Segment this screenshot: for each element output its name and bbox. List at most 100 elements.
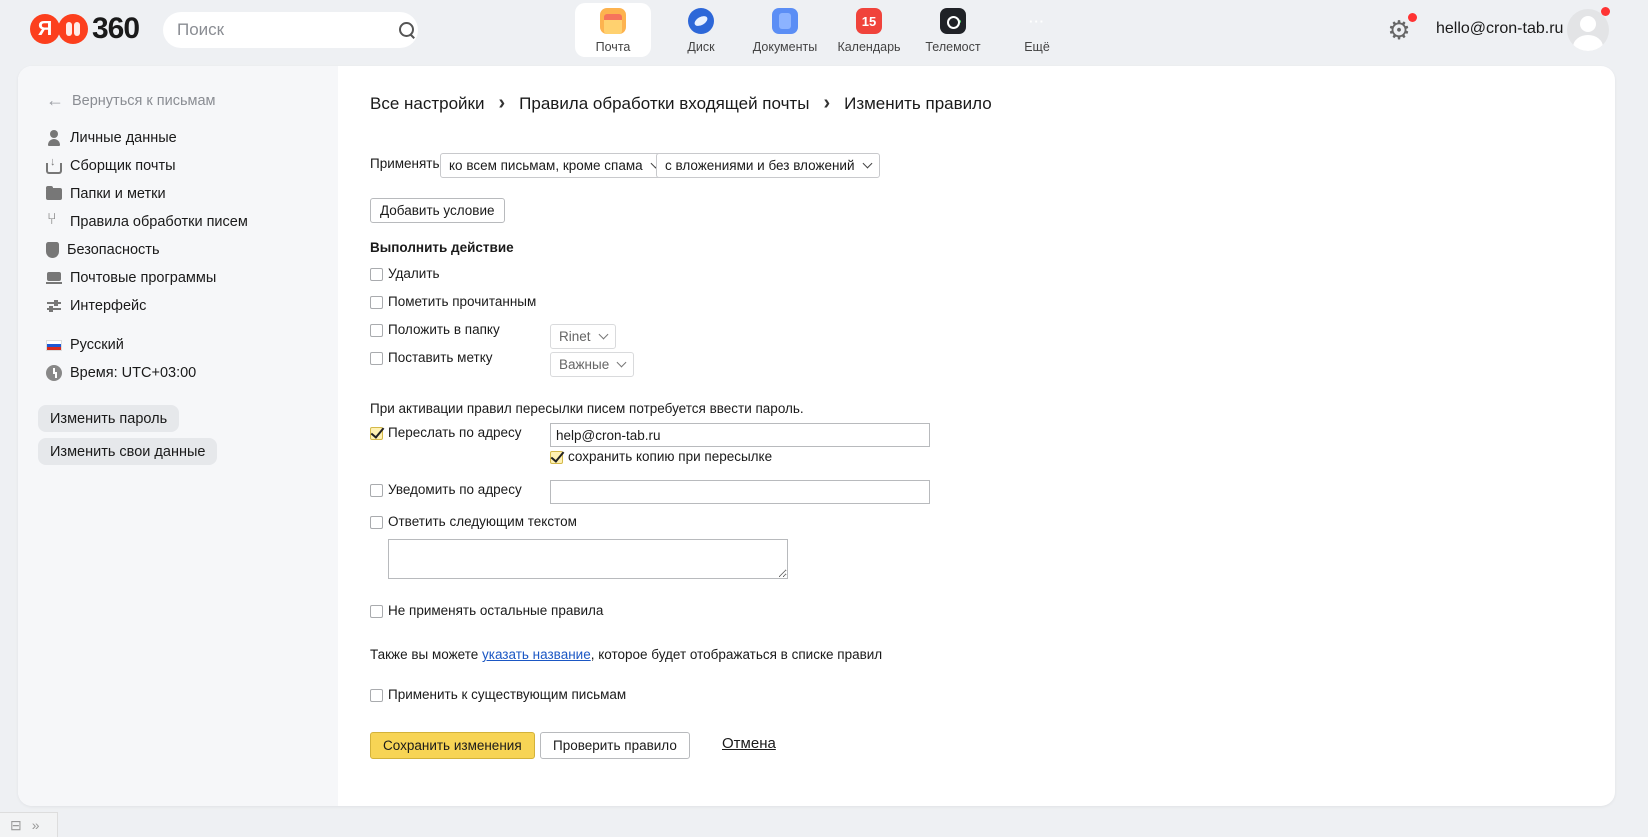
- person-icon: [46, 130, 62, 146]
- chevron-right-icon: ›: [823, 92, 831, 114]
- apply-scope-value: ко всем письмам, кроме спама: [449, 158, 643, 173]
- mark-read-checkbox[interactable]: [370, 296, 383, 309]
- notify-checkbox[interactable]: [370, 484, 383, 497]
- sidebar-item-folders[interactable]: Папки и метки: [46, 180, 248, 208]
- sidebar-item-label: Сборщик почты: [70, 158, 176, 174]
- save-button[interactable]: Сохранить изменения: [370, 732, 535, 759]
- delete-checkbox[interactable]: [370, 268, 383, 281]
- change-password-button[interactable]: Изменить пароль: [38, 405, 180, 432]
- expand-chevrons-icon[interactable]: »: [32, 817, 40, 833]
- avatar-notification-dot: [1601, 7, 1610, 16]
- rule-name-hint: Также вы можете указать название, которо…: [370, 647, 882, 662]
- keep-copy-label: сохранить копию при пересылке: [568, 449, 773, 464]
- notify-address-input[interactable]: [550, 480, 930, 504]
- app-label: Телемост: [925, 40, 981, 54]
- add-condition-button[interactable]: Добавить условие: [370, 198, 505, 223]
- app-switcher: Почта Диск Документы 15 Календарь Телемо…: [575, 3, 1079, 57]
- timezone-selector[interactable]: Время: UTC+03:00: [46, 359, 196, 387]
- app-mail[interactable]: Почта: [575, 3, 651, 57]
- disk-icon: [688, 8, 714, 34]
- rules-fork-icon: [46, 211, 62, 230]
- sidebar-item-mail-programs[interactable]: Почтовые программы: [46, 264, 248, 292]
- app-label: Документы: [752, 40, 818, 54]
- notification-dot: [1408, 13, 1417, 22]
- reply-label: Ответить следующим текстом: [388, 514, 577, 529]
- forward-password-note: При активации правил пересылки писем пот…: [370, 401, 804, 416]
- reply-text-area[interactable]: [388, 539, 788, 579]
- app-telemost[interactable]: Телемост: [911, 3, 995, 57]
- sidebar-item-personal[interactable]: Личные данные: [46, 124, 248, 152]
- laptop-icon: [46, 270, 62, 286]
- sidebar-item-label: Интерфейс: [70, 298, 147, 314]
- reply-checkbox[interactable]: [370, 516, 383, 529]
- apply-attachments-select[interactable]: с вложениями и без вложений: [656, 153, 880, 178]
- settings-gear-icon[interactable]: ⚙: [1386, 17, 1412, 43]
- sidebar-nav: Личные данные Сборщик почты Папки и метк…: [46, 124, 248, 320]
- notify-label: Уведомить по адресу: [388, 482, 522, 497]
- telemost-icon: [940, 8, 966, 34]
- app-calendar[interactable]: 15 Календарь: [827, 3, 911, 57]
- logo-text: 360: [92, 12, 140, 45]
- language-selector[interactable]: Русский: [46, 331, 196, 359]
- sidebar-item-rules[interactable]: Правила обработки писем: [46, 208, 248, 236]
- breadcrumb: Все настройки › Правила обработки входящ…: [370, 92, 992, 115]
- apply-scope-select[interactable]: ко всем письмам, кроме спама: [440, 153, 668, 178]
- user-email[interactable]: hello@cron-tab.ru: [1436, 20, 1563, 38]
- timezone-label: Время: UTC+03:00: [70, 365, 197, 381]
- app-docs[interactable]: Документы: [743, 3, 827, 57]
- settings-card: ← Вернуться к письмам Личные данные Сбор…: [18, 66, 1615, 806]
- sidebar-item-label: Почтовые программы: [70, 270, 217, 286]
- set-rule-name-link[interactable]: указать название: [482, 647, 591, 662]
- search-icon[interactable]: [398, 21, 414, 39]
- bottom-toolbar: ⊟ »: [0, 812, 58, 837]
- set-label-checkbox[interactable]: [370, 352, 383, 365]
- stop-rules-checkbox[interactable]: [370, 605, 383, 618]
- shield-icon: [46, 242, 59, 258]
- folder-select[interactable]: Rinet: [550, 324, 616, 349]
- mail-icon: [600, 8, 626, 34]
- app-more[interactable]: ··· Ещё: [995, 3, 1079, 57]
- app-label: Почта: [595, 40, 631, 54]
- forward-address-input[interactable]: [550, 423, 930, 447]
- yandex-360-logo[interactable]: Я 360: [30, 12, 140, 46]
- arrow-left-icon: ←: [46, 90, 64, 110]
- back-to-mail-link[interactable]: ← Вернуться к письмам: [46, 90, 216, 111]
- apply-attachments-value: с вложениями и без вложений: [665, 158, 855, 173]
- search-input[interactable]: [177, 20, 398, 40]
- sidebar-item-label: Личные данные: [70, 130, 177, 146]
- top-header: Я 360 Почта Диск Документы 15 Календарь …: [0, 0, 1648, 62]
- app-disk[interactable]: Диск: [659, 3, 743, 57]
- panel-icon[interactable]: ⊟: [10, 817, 22, 834]
- sidebar-item-security[interactable]: Безопасность: [46, 236, 248, 264]
- apply-existing-checkbox[interactable]: [370, 689, 383, 702]
- russian-flag-icon: [46, 339, 62, 351]
- folder-value: Rinet: [559, 329, 591, 344]
- label-select[interactable]: Важные: [550, 352, 635, 377]
- search-box: [163, 12, 418, 48]
- sidebar-item-collector[interactable]: Сборщик почты: [46, 152, 248, 180]
- chevron-down-icon: [598, 329, 608, 340]
- breadcrumb-all-settings[interactable]: Все настройки: [370, 94, 484, 114]
- move-folder-checkbox[interactable]: [370, 324, 383, 337]
- forward-checkbox[interactable]: [370, 427, 383, 440]
- sliders-icon: [46, 298, 62, 314]
- keep-copy-checkbox[interactable]: [550, 451, 563, 464]
- check-rule-button[interactable]: Проверить правило: [540, 732, 690, 759]
- set-label-label: Поставить метку: [388, 350, 493, 365]
- stop-rules-label: Не применять остальные правила: [388, 603, 604, 618]
- calendar-icon: 15: [856, 8, 882, 34]
- sidebar: ← Вернуться к письмам Личные данные Сбор…: [18, 66, 338, 806]
- sidebar-item-interface[interactable]: Интерфейс: [46, 292, 248, 320]
- apply-existing-label: Применить к существующим письмам: [388, 687, 627, 702]
- cancel-link[interactable]: Отмена: [722, 735, 776, 752]
- move-folder-label: Положить в папку: [388, 322, 500, 337]
- language-label: Русский: [70, 337, 124, 353]
- breadcrumb-incoming-rules[interactable]: Правила обработки входящей почты: [519, 94, 809, 114]
- more-icon: ···: [1029, 13, 1045, 29]
- action-heading: Выполнить действие: [370, 240, 514, 255]
- locale-section: Русский Время: UTC+03:00: [46, 331, 196, 387]
- chevron-down-icon: [862, 158, 872, 169]
- chevron-down-icon: [616, 357, 627, 368]
- sidebar-item-label: Безопасность: [67, 242, 160, 258]
- change-data-button[interactable]: Изменить свои данные: [38, 438, 218, 465]
